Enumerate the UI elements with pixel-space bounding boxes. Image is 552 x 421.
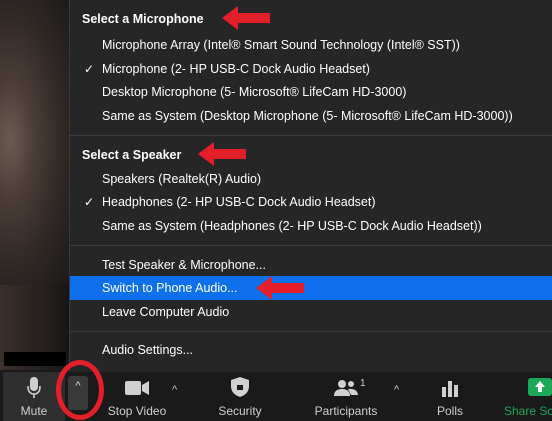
share-screen-button[interactable]: Share Scr xyxy=(500,372,552,421)
microphone-icon xyxy=(27,377,41,398)
checkmark-icon: ✓ xyxy=(84,195,95,209)
speaker-option[interactable]: Same as System (Headphones (2- HP USB-C … xyxy=(70,214,552,238)
menu-item-label: Same as System (Desktop Microphone (5- M… xyxy=(102,109,513,123)
switch-phone-audio-item[interactable]: Switch to Phone Audio... xyxy=(70,276,552,300)
microphone-option[interactable]: Desktop Microphone (5- Microsoft® LifeCa… xyxy=(70,80,552,104)
menu-item-label: Microphone (2- HP USB-C Dock Audio Heads… xyxy=(102,62,370,76)
divider xyxy=(70,135,552,136)
name-tag xyxy=(4,352,66,366)
divider xyxy=(70,331,552,332)
microphone-option[interactable]: Microphone Array (Intel® Smart Sound Tec… xyxy=(70,33,552,57)
annotation-arrow-icon xyxy=(198,142,246,166)
menu-item-label: Same as System (Headphones (2- HP USB-C … xyxy=(102,219,482,233)
microphone-option[interactable]: Same as System (Desktop Microphone (5- M… xyxy=(70,104,552,128)
video-camera-icon xyxy=(125,381,149,395)
annotation-arrow-icon xyxy=(222,6,270,30)
speaker-option[interactable]: Speakers (Realtek(R) Audio) xyxy=(70,167,552,191)
menu-item-label: Leave Computer Audio xyxy=(102,305,230,319)
annotation-circle xyxy=(56,360,104,420)
menu-item-label: Switch to Phone Audio... xyxy=(102,281,238,295)
menu-item-label: Microphone Array (Intel® Smart Sound Tec… xyxy=(102,38,460,52)
menu-item-label: Test Speaker & Microphone... xyxy=(102,258,266,272)
audio-settings-item[interactable]: Audio Settings... xyxy=(70,338,552,362)
speaker-option[interactable]: ✓ Headphones (2- HP USB-C Dock Audio Hea… xyxy=(70,190,552,214)
participants-count: 1 xyxy=(360,378,366,389)
share-screen-icon xyxy=(528,378,552,396)
leave-computer-audio-item[interactable]: Leave Computer Audio xyxy=(70,300,552,324)
annotation-arrow-icon xyxy=(256,276,304,300)
audio-menu: Select a Microphone Microphone Array (In… xyxy=(69,0,552,372)
security-label: Security xyxy=(218,404,262,418)
speaker-section-title: Select a Speaker xyxy=(82,148,182,162)
menu-item-label: Desktop Microphone (5- Microsoft® LifeCa… xyxy=(102,85,407,99)
test-speaker-mic-item[interactable]: Test Speaker & Microphone... xyxy=(70,253,552,277)
participant-video xyxy=(0,0,70,285)
polls-label: Polls xyxy=(436,404,463,418)
divider xyxy=(70,245,552,246)
checkmark-icon: ✓ xyxy=(84,62,95,76)
participants-button[interactable]: 1 Participants xyxy=(308,372,384,421)
microphone-section-title: Select a Microphone xyxy=(82,12,204,26)
share-screen-label: Share Scr xyxy=(504,404,552,418)
stop-video-button[interactable]: Stop Video xyxy=(100,372,174,421)
participants-label: Participants xyxy=(314,404,378,418)
menu-item-label: Speakers (Realtek(R) Audio) xyxy=(102,172,262,186)
mute-label: Mute xyxy=(20,404,48,418)
polls-button[interactable]: Polls xyxy=(428,372,472,421)
participants-options-caret-icon[interactable]: ^ xyxy=(394,384,399,396)
security-button[interactable]: Security xyxy=(208,372,272,421)
bar-chart-icon xyxy=(442,381,458,397)
menu-item-label: Headphones (2- HP USB-C Dock Audio Heads… xyxy=(102,195,376,209)
participants-icon xyxy=(334,380,358,396)
shield-icon xyxy=(231,377,249,397)
stop-video-label: Stop Video xyxy=(107,404,167,418)
video-options-caret-icon[interactable]: ^ xyxy=(172,384,177,396)
menu-item-label: Audio Settings... xyxy=(102,343,194,357)
microphone-option[interactable]: ✓ Microphone (2- HP USB-C Dock Audio Hea… xyxy=(70,57,552,81)
